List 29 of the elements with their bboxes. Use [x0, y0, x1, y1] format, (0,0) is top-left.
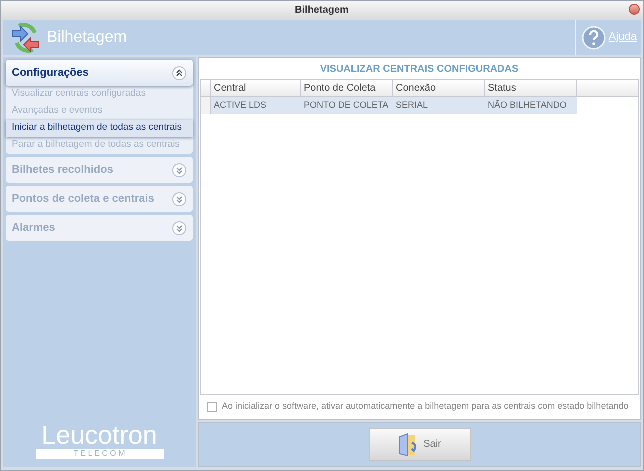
column-header[interactable]: Ponto de Coleta: [301, 80, 393, 96]
table-cell: PONTO DE COLETA: [301, 97, 393, 114]
expand-icon: [172, 220, 187, 236]
expand-icon: [172, 192, 187, 206]
table-cell: SERIAL: [393, 97, 485, 114]
swap-arrows-icon: [11, 22, 41, 52]
logo-name: Leucotron: [42, 421, 158, 449]
window-title: Bilhetagem: [295, 4, 349, 18]
table-cell: ACTIVE LDS: [211, 97, 301, 114]
logo-tagline: T E L E C O M: [36, 449, 164, 459]
section-header[interactable]: Alarmes: [6, 215, 193, 241]
expand-icon: [172, 162, 187, 178]
close-icon[interactable]: [629, 4, 640, 15]
column-header[interactable]: Central: [211, 80, 301, 96]
sidebar-item[interactable]: Iniciar a bilhetagem de todas as centrais: [6, 120, 193, 137]
exit-button[interactable]: Sair: [368, 428, 470, 461]
help-icon: [582, 26, 606, 50]
collapse-icon: [172, 66, 187, 80]
section-header[interactable]: Bilhetes recolhidos: [6, 157, 193, 183]
app-title: Bilhetagem: [47, 28, 128, 48]
section-header[interactable]: Pontos de coleta e centrais: [6, 186, 193, 212]
checkbox[interactable]: [207, 402, 217, 412]
column-header[interactable]: Status: [485, 80, 577, 96]
checkbox-label: Ao inicializar o software, ativar automaticamente a bilhetagem para as centrais com estado bilhetando: [222, 400, 629, 414]
section-header[interactable]: Configurações: [6, 60, 193, 86]
table-cell: NÃO BILHETANDO: [485, 97, 577, 114]
column-header[interactable]: Conexão: [393, 80, 485, 96]
table-row[interactable]: ACTIVE LDS PONTO DE COLETA SERIAL NÃO BILHETANDO: [201, 97, 579, 114]
panel-title: VISUALIZAR CENTRAIS CONFIGURADAS: [319, 63, 520, 77]
